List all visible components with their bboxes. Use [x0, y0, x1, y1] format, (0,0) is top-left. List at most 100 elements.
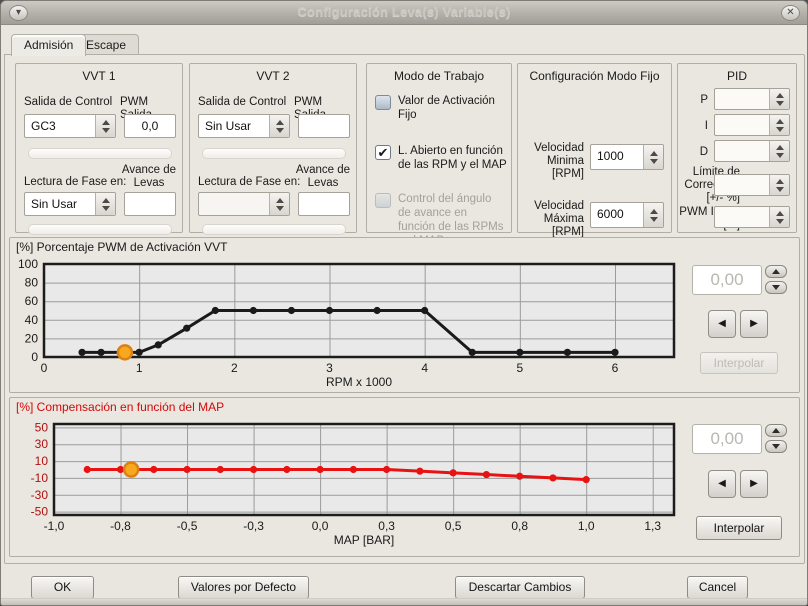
avance-levas-label: Avance de Levas: [292, 164, 354, 190]
spinner-icon[interactable]: [95, 193, 115, 215]
title-bar[interactable]: ▾ Configuración Leva(s) Variable(s) ✕: [1, 1, 807, 25]
spinner-icon[interactable]: [769, 175, 789, 195]
salida-control-label: Salida de Control: [24, 96, 112, 109]
spinner-icon[interactable]: [95, 115, 115, 137]
spinner-icon[interactable]: [643, 203, 663, 227]
spin-down-icon[interactable]: [776, 219, 784, 224]
tab-admision[interactable]: Admisión: [11, 34, 86, 56]
spin-up-icon[interactable]: [276, 120, 284, 125]
spin-up-icon[interactable]: [776, 145, 784, 150]
lectura-fase-value: Sin Usar: [25, 193, 95, 215]
spin-down-icon[interactable]: [102, 128, 110, 133]
value-spin-down-button[interactable]: [765, 281, 787, 294]
option-label: L. Abierto en función de las RPM y el MA…: [398, 144, 507, 172]
avance-levas-label: Avance de Levas: [118, 164, 180, 190]
close-button[interactable]: ✕: [781, 5, 800, 21]
window-title: Configuración Leva(s) Variable(s): [1, 4, 807, 19]
lectura-fase-select[interactable]: Sin Usar: [24, 192, 116, 216]
spin-down-icon[interactable]: [276, 128, 284, 133]
map-chart[interactable]: -50-30-10103050-1,0-0,8-0,5-0,30,00,30,5…: [10, 416, 690, 554]
spin-down-icon[interactable]: [650, 159, 658, 164]
spin-up-icon: [772, 269, 780, 274]
salida-control-label: Salida de Control: [198, 96, 286, 109]
velocidad-minima-label: Velocidad Minima [RPM]: [522, 142, 584, 181]
value-spin-down-button[interactable]: [765, 440, 787, 453]
spin-down-icon: [772, 444, 780, 449]
spin-down-icon[interactable]: [776, 101, 784, 106]
limite-correccion-spinner[interactable]: [714, 174, 790, 196]
svg-text:5: 5: [516, 361, 523, 375]
phase-indicator-bar: [202, 224, 346, 235]
spin-up-icon[interactable]: [102, 120, 110, 125]
spinner-icon[interactable]: [769, 89, 789, 109]
interpolar-button: Interpolar: [700, 352, 778, 374]
spin-up-icon[interactable]: [102, 198, 110, 203]
interpolar-button[interactable]: Interpolar: [696, 516, 782, 540]
velocidad-minima-spinner[interactable]: 1000: [590, 144, 664, 170]
group-title: PID: [678, 69, 796, 83]
checkbox-disabled-icon: [375, 193, 391, 208]
svg-text:RPM x 1000: RPM x 1000: [326, 375, 392, 389]
option-valor-activacion-fijo[interactable]: Valor de Activación Fijo: [375, 94, 507, 122]
spinner-icon[interactable]: [769, 115, 789, 135]
pid-i-spinner[interactable]: [714, 114, 790, 136]
spin-up-icon[interactable]: [776, 93, 784, 98]
window-bottom-edge: [1, 598, 807, 605]
spinner-icon[interactable]: [769, 207, 789, 227]
spin-down-icon[interactable]: [776, 153, 784, 158]
pwm-salida-field[interactable]: 0,0: [124, 114, 176, 138]
group-title: VVT 1: [16, 69, 182, 83]
checkbox-icon[interactable]: [375, 95, 391, 110]
svg-text:-1,0: -1,0: [44, 519, 65, 533]
checkbox-checked-icon[interactable]: ✔: [375, 145, 391, 160]
salida-control-select[interactable]: Sin Usar: [198, 114, 290, 138]
value-spin-up-button[interactable]: [765, 424, 787, 437]
spin-up-icon[interactable]: [776, 179, 784, 184]
next-point-button[interactable]: ▶: [740, 470, 768, 498]
prev-point-button[interactable]: ◀: [708, 310, 736, 338]
pwm-salida-field[interactable]: [298, 114, 350, 138]
svg-text:-0,5: -0,5: [177, 519, 198, 533]
next-point-button[interactable]: ▶: [740, 310, 768, 338]
group-pid: PID P I D Límite de Corrección [+/- %] P…: [677, 63, 797, 233]
spinner-icon[interactable]: [643, 145, 663, 169]
lectura-fase-label: Lectura de Fase en:: [198, 176, 300, 189]
panel-pwm-chart: [%] Porcentaje PWM de Activación VVT 020…: [9, 237, 800, 393]
pid-p-spinner[interactable]: [714, 88, 790, 110]
spin-down-icon[interactable]: [102, 206, 110, 211]
arrow-right-icon: ▶: [750, 478, 758, 489]
default-values-button[interactable]: Valores por Defecto: [178, 576, 309, 599]
pwm-chart[interactable]: 0204060801000123456RPM x 1000: [10, 258, 690, 392]
spin-up-icon[interactable]: [650, 151, 658, 156]
pid-d-spinner[interactable]: [714, 140, 790, 162]
pwm-inicial-spinner[interactable]: [714, 206, 790, 228]
lectura-fase-select[interactable]: [198, 192, 290, 216]
spin-up-icon[interactable]: [776, 119, 784, 124]
prev-point-button[interactable]: ◀: [708, 470, 736, 498]
spin-down-icon[interactable]: [776, 187, 784, 192]
cancel-button[interactable]: Cancel: [687, 576, 748, 599]
discard-changes-button[interactable]: Descartar Cambios: [455, 576, 585, 599]
avance-levas-field[interactable]: [298, 192, 350, 216]
pwm-value-spinbox[interactable]: 0,00: [692, 265, 762, 295]
spinner-icon[interactable]: [769, 141, 789, 161]
spin-up-icon[interactable]: [650, 209, 658, 214]
spin-down-icon[interactable]: [276, 206, 284, 211]
salida-control-select[interactable]: GC3: [24, 114, 116, 138]
pid-i-value: [715, 115, 769, 135]
group-vvt1: VVT 1 Salida de Control PWM Salida GC3 0…: [15, 63, 183, 233]
velocidad-maxima-spinner[interactable]: 6000: [590, 202, 664, 228]
value-spin-up-button[interactable]: [765, 265, 787, 278]
map-value-spinbox[interactable]: 0,00: [692, 424, 762, 454]
avance-levas-field[interactable]: [124, 192, 176, 216]
spinner-icon[interactable]: [269, 115, 289, 137]
ok-button[interactable]: OK: [31, 576, 94, 599]
spinner-icon[interactable]: [269, 193, 289, 215]
svg-text:60: 60: [25, 294, 39, 308]
spin-down-icon[interactable]: [776, 127, 784, 132]
svg-text:0: 0: [41, 361, 48, 375]
spin-up-icon[interactable]: [276, 198, 284, 203]
spin-up-icon[interactable]: [776, 211, 784, 216]
option-lazo-abierto-rpm-map[interactable]: ✔ L. Abierto en función de las RPM y el …: [375, 144, 507, 172]
spin-down-icon[interactable]: [650, 217, 658, 222]
